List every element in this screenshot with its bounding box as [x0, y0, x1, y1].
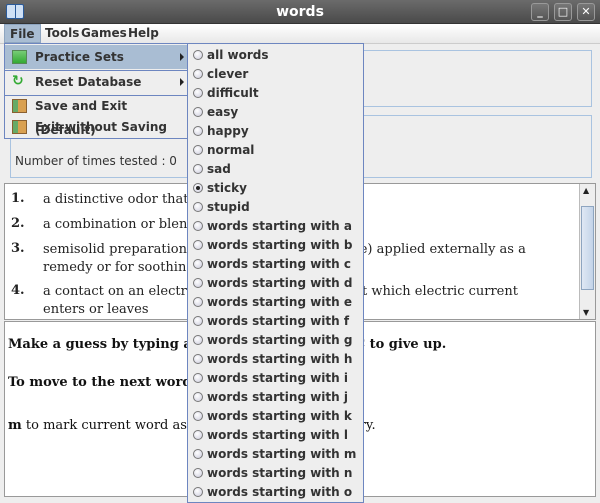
- scroll-up-icon[interactable]: ▲: [583, 186, 589, 195]
- option-label: difficult: [207, 86, 259, 100]
- radio-icon: [193, 221, 203, 231]
- radio-icon: [193, 316, 203, 326]
- option-label: words starting with o: [207, 485, 353, 499]
- radio-icon: [193, 240, 203, 250]
- option-label: words starting with j: [207, 390, 348, 404]
- option-label: clever: [207, 67, 249, 81]
- file-menu: Practice Sets ↻ Reset Database Save and …: [4, 43, 188, 139]
- practice-set-option[interactable]: words starting with i: [188, 369, 363, 388]
- option-label: words starting with b: [207, 238, 353, 252]
- option-label: sad: [207, 162, 231, 176]
- radio-icon: [193, 487, 203, 497]
- option-label: words starting with m: [207, 447, 357, 461]
- practice-set-option[interactable]: words starting with n: [188, 464, 363, 483]
- practice-set-option[interactable]: all words: [188, 46, 363, 65]
- practice-set-option[interactable]: words starting with f: [188, 312, 363, 331]
- radio-icon: [193, 297, 203, 307]
- practice-set-option[interactable]: words starting with b: [188, 236, 363, 255]
- option-label: words starting with e: [207, 295, 353, 309]
- practice-set-option[interactable]: happy: [188, 122, 363, 141]
- practice-set-option[interactable]: words starting with d: [188, 274, 363, 293]
- practice-set-option[interactable]: words starting with o: [188, 483, 363, 502]
- practice-set-option[interactable]: words starting with l: [188, 426, 363, 445]
- practice-set-option[interactable]: clever: [188, 65, 363, 84]
- option-label: words starting with f: [207, 314, 350, 328]
- radio-icon: [193, 50, 203, 60]
- exit-door-icon: [12, 120, 27, 134]
- option-label: easy: [207, 105, 239, 119]
- submenu-arrow-icon: [180, 53, 184, 61]
- title-bar: words _ □ ✕: [0, 0, 600, 24]
- practice-set-option[interactable]: sad: [188, 160, 363, 179]
- option-label: words starting with g: [207, 333, 353, 347]
- practice-set-option[interactable]: difficult: [188, 84, 363, 103]
- practice-set-option[interactable]: easy: [188, 103, 363, 122]
- menu-item-exit-without-saving[interactable]: Exit without Saving: [5, 115, 187, 139]
- radio-icon: [193, 278, 203, 288]
- radio-icon: [193, 88, 203, 98]
- submenu-arrow-icon: [180, 78, 184, 86]
- instruction-next: To move to the next word: [8, 375, 192, 390]
- close-button[interactable]: ✕: [577, 3, 595, 21]
- radio-icon: [193, 259, 203, 269]
- practice-set-option[interactable]: words starting with j: [188, 388, 363, 407]
- radio-icon: [193, 411, 203, 421]
- option-label: stupid: [207, 200, 250, 214]
- practice-set-option[interactable]: stupid: [188, 198, 363, 217]
- practice-set-option[interactable]: words starting with c: [188, 255, 363, 274]
- practice-set-option[interactable]: normal: [188, 141, 363, 160]
- radio-icon: [193, 183, 203, 193]
- practice-set-option[interactable]: words starting with e: [188, 293, 363, 312]
- menu-item-reset-database[interactable]: ↻ Reset Database: [5, 70, 187, 94]
- menu-item-practice-sets[interactable]: Practice Sets: [5, 45, 187, 69]
- option-label: words starting with n: [207, 466, 353, 480]
- radio-icon: [193, 335, 203, 345]
- radio-icon: [193, 449, 203, 459]
- maximize-button[interactable]: □: [554, 3, 572, 21]
- menu-bar: File Tools Games Help: [0, 24, 600, 44]
- radio-icon: [193, 202, 203, 212]
- exit-door-icon: [12, 99, 27, 113]
- scroll-down-icon[interactable]: ▼: [583, 308, 589, 317]
- practice-sets-icon: [12, 50, 27, 64]
- option-label: words starting with l: [207, 428, 348, 442]
- option-label: words starting with c: [207, 257, 351, 271]
- option-label: words starting with d: [207, 276, 353, 290]
- practice-set-option[interactable]: words starting with m: [188, 445, 363, 464]
- radio-icon: [193, 468, 203, 478]
- option-label: sticky: [207, 181, 247, 195]
- radio-icon: [193, 430, 203, 440]
- times-tested: Number of times tested : 0: [15, 154, 177, 168]
- book-icon: [6, 4, 24, 19]
- reset-icon: ↻: [12, 73, 24, 89]
- radio-icon: [193, 107, 203, 117]
- option-label: words starting with k: [207, 409, 352, 423]
- menu-help[interactable]: Help: [123, 24, 164, 43]
- practice-sets-submenu: all words clever difficult easy happy normal s…: [187, 43, 364, 503]
- definitions-scrollbar[interactable]: ▲ ▼: [579, 184, 595, 319]
- practice-set-option[interactable]: words starting with k: [188, 407, 363, 426]
- practice-set-option[interactable]: sticky: [188, 179, 363, 198]
- radio-icon: [193, 126, 203, 136]
- radio-icon: [193, 373, 203, 383]
- minimize-button[interactable]: _: [531, 3, 549, 21]
- radio-icon: [193, 69, 203, 79]
- option-label: normal: [207, 143, 255, 157]
- radio-icon: [193, 145, 203, 155]
- option-label: happy: [207, 124, 249, 138]
- radio-icon: [193, 354, 203, 364]
- option-label: all words: [207, 48, 269, 62]
- window-title: words: [276, 4, 324, 20]
- radio-icon: [193, 392, 203, 402]
- scroll-thumb[interactable]: [581, 206, 594, 290]
- practice-set-option[interactable]: words starting with g: [188, 331, 363, 350]
- practice-set-option[interactable]: words starting with a: [188, 217, 363, 236]
- option-label: words starting with i: [207, 371, 348, 385]
- practice-set-option[interactable]: words starting with h: [188, 350, 363, 369]
- option-label: words starting with h: [207, 352, 353, 366]
- menu-file[interactable]: File: [4, 24, 41, 43]
- radio-icon: [193, 164, 203, 174]
- option-label: words starting with a: [207, 219, 352, 233]
